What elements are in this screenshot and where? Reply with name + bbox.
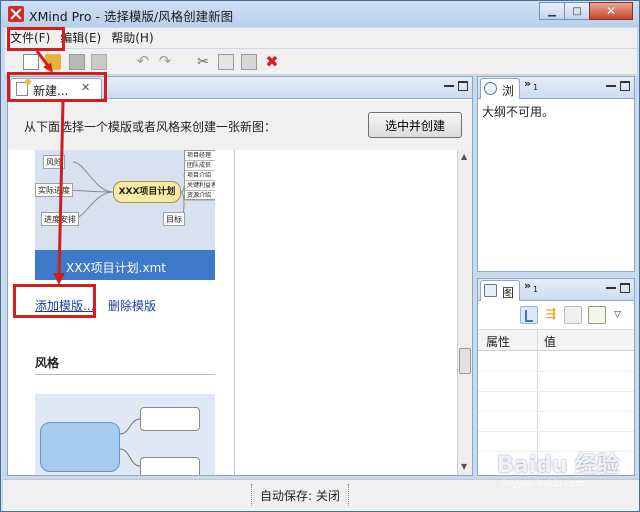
annotation-arrows <box>35 50 65 285</box>
baidu-watermark: Baidu 经验 <box>497 453 620 478</box>
baidu-watermark-url: jingyan.baidu.com <box>501 479 585 489</box>
app-window: XMind Pro - 选择模版/风格创建新图 ▁ □ ✕ 文件(F) 编辑(E… <box>0 0 640 512</box>
annotation-arrow-head <box>53 273 65 285</box>
annotation-arrow-line <box>57 101 65 278</box>
annotation-arrow-line <box>35 50 51 68</box>
annotation-arrow-head <box>43 63 53 73</box>
